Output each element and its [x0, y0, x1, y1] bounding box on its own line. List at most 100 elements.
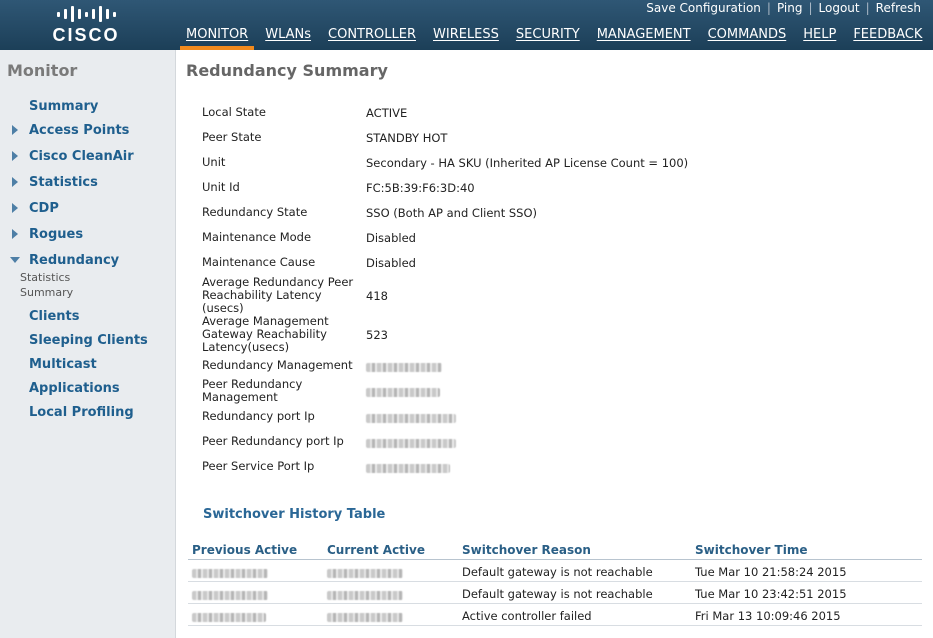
sidebar-item-rogues[interactable]: Rogues [0, 224, 176, 244]
sidebar-item-access-points[interactable]: Access Points [0, 120, 176, 140]
redacted-ip [366, 388, 440, 397]
refresh-link[interactable]: Refresh [870, 1, 927, 15]
logout-link[interactable]: Logout [813, 1, 866, 15]
field-value: ACTIVE [366, 106, 408, 120]
expand-arrow-icon[interactable] [11, 177, 18, 187]
field-label: Unit Id [202, 180, 240, 194]
field-label: Redundancy port Ip [202, 409, 315, 423]
ping-link[interactable]: Ping [771, 1, 809, 15]
field-value [366, 386, 440, 400]
field-value: STANDBY HOT [366, 131, 448, 145]
sidebar-item-label: Applications [29, 380, 120, 396]
sidebar-item-label: Multicast [29, 356, 97, 372]
cisco-logo-text: CISCO [52, 25, 120, 45]
sidebar-subitem-summary[interactable]: Summary [20, 286, 73, 299]
field-label: Maintenance Cause [202, 255, 316, 269]
nav-help[interactable]: HELP [797, 27, 842, 50]
switchover-history-title: Switchover History Table [203, 507, 386, 522]
redacted-ip [366, 464, 450, 473]
sidebar-item-label: Redundancy [29, 252, 120, 268]
collapse-arrow-icon[interactable] [9, 257, 20, 263]
field-label: Local State [202, 105, 266, 119]
switchover-time: Tue Mar 10 23:42:51 2015 [695, 587, 847, 601]
sidebar-item-clients[interactable]: Clients [0, 306, 176, 326]
sidebar-item-sleeping-clients[interactable]: Sleeping Clients [0, 330, 176, 350]
sidebar-item-label: Sleeping Clients [29, 332, 148, 348]
redacted-ip [192, 611, 266, 625]
field-label: Redundancy Management [202, 358, 353, 372]
sidebar-item-redundancy[interactable]: Redundancy [0, 250, 176, 270]
sidebar-item-statistics[interactable]: Statistics [0, 172, 176, 192]
column-header: Previous Active [192, 543, 298, 557]
table-row: Default gateway is not reachable Tue Mar… [188, 560, 922, 582]
page-title: Redundancy Summary [186, 61, 388, 80]
field-label: Peer Redundancy Management [202, 377, 303, 404]
table-row: Active controller failed Fri Mar 13 10:0… [188, 604, 922, 626]
switchover-history-table: Previous Active Current Active Switchove… [188, 540, 922, 626]
redacted-ip [366, 414, 456, 423]
field-label: Redundancy State [202, 205, 308, 219]
expand-arrow-icon[interactable] [11, 203, 18, 213]
column-header: Current Active [327, 543, 425, 557]
redacted-ip [366, 363, 442, 372]
sidebar-item-label: Clients [29, 308, 80, 324]
column-header: Switchover Time [695, 543, 808, 557]
sidebar-item-label: Access Points [29, 122, 130, 138]
nav-wlans[interactable]: WLANs [259, 27, 317, 50]
nav-controller[interactable]: CONTROLLER [322, 27, 422, 50]
sidebar-item-label: CDP [29, 200, 59, 216]
field-value: Secondary - HA SKU (Inherited AP License… [366, 156, 689, 170]
save-configuration-link[interactable]: Save Configuration [640, 1, 767, 15]
redacted-ip [327, 611, 403, 625]
main-nav: MONITOR WLANs CONTROLLER WIRELESS SECURI… [180, 27, 933, 50]
field-value: Disabled [366, 231, 416, 245]
expand-arrow-icon[interactable] [11, 125, 18, 135]
table-header: Previous Active Current Active Switchove… [188, 540, 922, 560]
sidebar-item-summary[interactable]: Summary [0, 96, 176, 116]
field-value: FC:5B:39:F6:3D:40 [366, 181, 475, 195]
field-value: Disabled [366, 256, 416, 270]
switchover-reason: Default gateway is not reachable [462, 565, 653, 579]
field-value: 418 [366, 289, 388, 303]
field-label: Peer Service Port Ip [202, 459, 315, 473]
field-value [366, 462, 450, 476]
switchover-time: Tue Mar 10 21:58:24 2015 [695, 565, 847, 579]
field-label: Unit [202, 155, 226, 169]
redacted-ip [366, 439, 456, 448]
sidebar-item-label: Rogues [29, 226, 84, 242]
switchover-time: Fri Mar 13 10:09:46 2015 [695, 609, 841, 623]
redacted-ip [192, 589, 268, 603]
redacted-ip [327, 567, 403, 581]
table-row: Default gateway is not reachable Tue Mar… [188, 582, 922, 604]
field-label: Maintenance Mode [202, 230, 312, 244]
sidebar-item-applications[interactable]: Applications [0, 378, 176, 398]
sidebar-item-cdp[interactable]: CDP [0, 198, 176, 218]
switchover-reason: Active controller failed [462, 609, 592, 623]
redacted-ip [327, 589, 403, 603]
sidebar-item-label: Statistics [29, 174, 98, 190]
expand-arrow-icon[interactable] [11, 151, 18, 161]
nav-wireless[interactable]: WIRELESS [427, 27, 505, 50]
nav-monitor[interactable]: MONITOR [180, 27, 255, 50]
top-header: CISCO Save Configuration | Ping | Logout… [0, 0, 933, 50]
sidebar-title: Monitor [7, 61, 78, 80]
field-label: Peer State [202, 130, 262, 144]
nav-feedback[interactable]: FEEDBACK [847, 27, 928, 50]
redacted-ip [192, 567, 268, 581]
cisco-logo: CISCO [50, 4, 122, 45]
nav-commands[interactable]: COMMANDS [702, 27, 793, 50]
field-label: Average Redundancy Peer Reachability Lat… [202, 275, 354, 315]
expand-arrow-icon[interactable] [11, 229, 18, 239]
field-label: Average Management Gateway Reachability … [202, 314, 329, 354]
field-value: SSO (Both AP and Client SSO) [366, 206, 538, 220]
sidebar-item-label: Local Profiling [29, 404, 134, 420]
nav-security[interactable]: SECURITY [510, 27, 586, 50]
field-value [366, 361, 442, 375]
sidebar-item-local-profiling[interactable]: Local Profiling [0, 402, 176, 422]
nav-management[interactable]: MANAGEMENT [591, 27, 697, 50]
sidebar-subitem-statistics[interactable]: Statistics [20, 271, 70, 284]
sidebar-item-multicast[interactable]: Multicast [0, 354, 176, 374]
column-header: Switchover Reason [462, 543, 591, 557]
cisco-logo-bars-icon [50, 4, 122, 24]
sidebar-item-cisco-cleanair[interactable]: Cisco CleanAir [0, 146, 176, 166]
